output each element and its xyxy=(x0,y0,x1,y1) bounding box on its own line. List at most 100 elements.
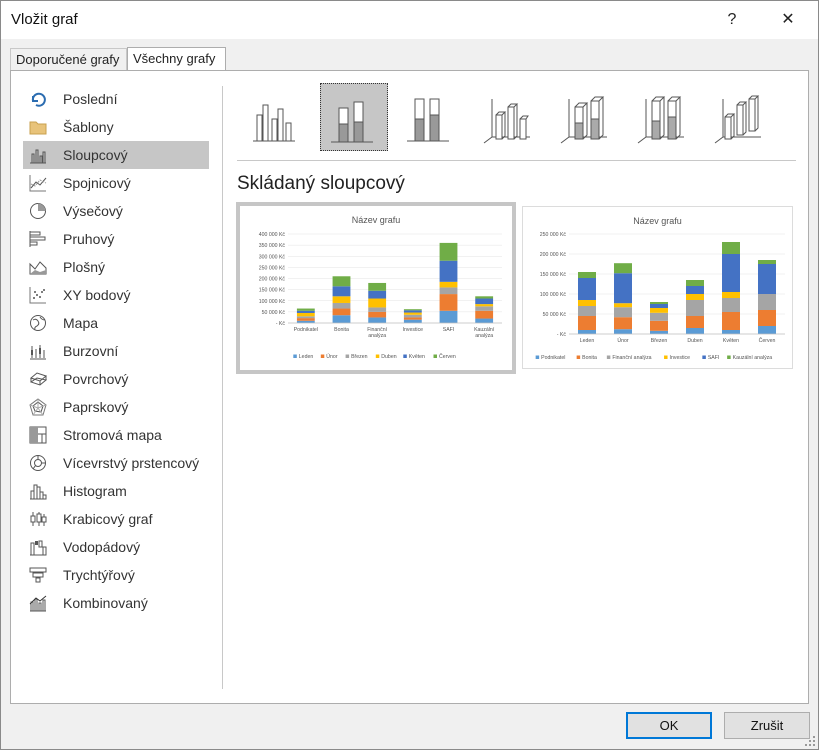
legend-label: Leden xyxy=(299,354,314,360)
variant-stacked-column[interactable] xyxy=(320,83,388,151)
bar-segment xyxy=(722,242,740,254)
chart-type-label: Spojnicový xyxy=(63,175,131,191)
histogram-chart-icon xyxy=(30,484,47,500)
bar-segment xyxy=(578,306,596,316)
variant-3d-clustered-column[interactable] xyxy=(474,83,542,151)
chart-type-scatter-chart[interactable]: XY bodový xyxy=(23,281,209,309)
chart-subtype-title: Skládaný sloupcový xyxy=(237,173,405,194)
variant-100-stacked-column[interactable] xyxy=(397,83,465,151)
bar-segment xyxy=(475,296,494,299)
title-bar: Vložit graf ? ✕ xyxy=(1,1,818,39)
chart-type-map-chart[interactable]: Mapa xyxy=(23,309,209,337)
x-tick-label: Květen xyxy=(723,338,739,344)
bar-segment xyxy=(403,310,422,313)
y-tick-label: - Kč xyxy=(276,321,286,327)
chart-type-waterfall-chart[interactable]: Vodopádový xyxy=(23,533,209,561)
variant-3d-stacked-column[interactable] xyxy=(551,83,619,151)
chart-type-histogram-chart[interactable]: Histogram xyxy=(23,477,209,505)
chart-type-pie-chart[interactable]: Výsečový xyxy=(23,197,209,225)
close-button[interactable]: ✕ xyxy=(773,7,803,33)
divider xyxy=(237,160,796,161)
bar-segment xyxy=(686,300,704,316)
chart-title: Název grafu xyxy=(352,215,401,225)
bar-segment xyxy=(650,312,668,321)
chart-type-label: Mapa xyxy=(63,315,99,331)
chart-type-label: Poslední xyxy=(63,91,118,107)
bar-segment xyxy=(578,316,596,330)
variant-3d-100-stacked-column[interactable] xyxy=(628,83,696,151)
insert-chart-dialog: Vložit graf ? ✕ Doporučené grafy Všechny… xyxy=(0,0,819,750)
chart-type-surface-chart[interactable]: Povrchový xyxy=(23,365,209,393)
bar-segment xyxy=(296,310,315,313)
chart-type-column-chart[interactable]: Sloupcový xyxy=(23,141,209,169)
x-tick-label: Únor xyxy=(617,337,629,344)
y-tick-label: 150 000 Kč xyxy=(259,288,286,294)
bar-segment xyxy=(758,326,776,334)
legend-swatch xyxy=(576,355,581,359)
bar-segment xyxy=(296,316,315,319)
bar-segment xyxy=(368,307,387,312)
legend-swatch xyxy=(606,355,611,359)
bar-segment xyxy=(758,294,776,310)
3d-100-stacked-column-icon xyxy=(637,96,684,144)
chart-type-radar-chart[interactable]: Paprskový xyxy=(23,393,209,421)
chart-type-stock-chart[interactable]: Burzovní xyxy=(23,337,209,365)
y-tick-label: 200 000 Kč xyxy=(259,277,286,283)
3d-column-icon xyxy=(714,95,761,144)
chart-type-line-chart[interactable]: Spojnicový xyxy=(23,169,209,197)
bar-segment xyxy=(475,304,494,307)
bar-segment xyxy=(650,302,668,304)
chart-type-area-chart[interactable]: Plošný xyxy=(23,253,209,281)
bar-segment xyxy=(439,242,458,261)
legend-swatch xyxy=(320,354,325,358)
bar-segment xyxy=(758,264,776,294)
chart-type-sunburst-chart[interactable]: Vícevrstvý prstencový xyxy=(23,449,209,477)
variant-3d-column[interactable] xyxy=(705,83,773,151)
bar-segment xyxy=(475,306,494,311)
resize-grip-icon[interactable] xyxy=(805,736,815,746)
help-button[interactable]: ? xyxy=(717,7,747,33)
chart-type-combo-chart[interactable]: Kombinovaný xyxy=(23,589,209,617)
legend-swatch xyxy=(702,355,706,359)
bar-segment xyxy=(722,330,740,334)
bar-segment xyxy=(614,307,632,318)
bar-segment xyxy=(332,296,351,303)
3d-clustered-column-icon xyxy=(483,99,530,144)
bar-segment xyxy=(403,312,422,315)
chart-type-label: Histogram xyxy=(63,483,127,499)
tab-recommended-charts[interactable]: Doporučené grafy xyxy=(10,48,127,70)
chart-preview-1-svg: Název grafu 400 000 Kč 350 000 Kč 300 000 K… xyxy=(259,215,502,360)
chart-preview-1[interactable]: Název grafu 400 000 Kč 350 000 Kč 300 000 K… xyxy=(236,202,516,374)
variant-clustered-column[interactable] xyxy=(243,83,311,151)
chart-type-box-whisker-chart[interactable]: Krabicový graf xyxy=(23,505,209,533)
bar-segment xyxy=(686,316,704,328)
chart-type-label: Paprskový xyxy=(63,399,129,415)
y-tick-label: 100 000 Kč xyxy=(259,299,286,305)
legend-swatch xyxy=(664,355,668,359)
chart-type-recent[interactable]: Poslední xyxy=(23,85,209,113)
legend-label: Podnikatel xyxy=(541,355,565,361)
cancel-button[interactable]: Zrušit xyxy=(724,712,810,739)
bar-segment xyxy=(439,294,458,311)
y-tick-label: 200 000 Kč xyxy=(540,252,567,258)
chart-type-label: Šablony xyxy=(63,119,114,135)
tab-all-charts[interactable]: Všechny grafy xyxy=(127,47,226,71)
x-tick-label: Finanční analýza xyxy=(367,327,387,339)
bar-segment xyxy=(332,276,351,287)
stock-chart-icon xyxy=(30,345,46,360)
chart-preview-2[interactable]: Název grafu 250 000 Kč 200 000 Kč 150 000 K… xyxy=(522,206,793,369)
treemap-chart-icon xyxy=(29,426,47,444)
chart-type-list: Poslední Šablony Sloupcový Spojnicový Výsečo… xyxy=(23,85,209,617)
chart-type-bar-chart[interactable]: Pruhový xyxy=(23,225,209,253)
bar-segment xyxy=(722,254,740,292)
bar-segment xyxy=(296,308,315,311)
bar-segment xyxy=(332,308,351,316)
bar-segment xyxy=(578,278,596,300)
bar-segment xyxy=(722,312,740,330)
chart-type-treemap-chart[interactable]: Stromová mapa xyxy=(23,421,209,449)
y-tick-label: 150 000 Kč xyxy=(540,272,567,278)
ok-button[interactable]: OK xyxy=(626,712,712,739)
chart-type-funnel-chart[interactable]: Trychtýřový xyxy=(23,561,209,589)
legend-swatch xyxy=(535,355,540,359)
chart-type-folder[interactable]: Šablony xyxy=(23,113,209,141)
